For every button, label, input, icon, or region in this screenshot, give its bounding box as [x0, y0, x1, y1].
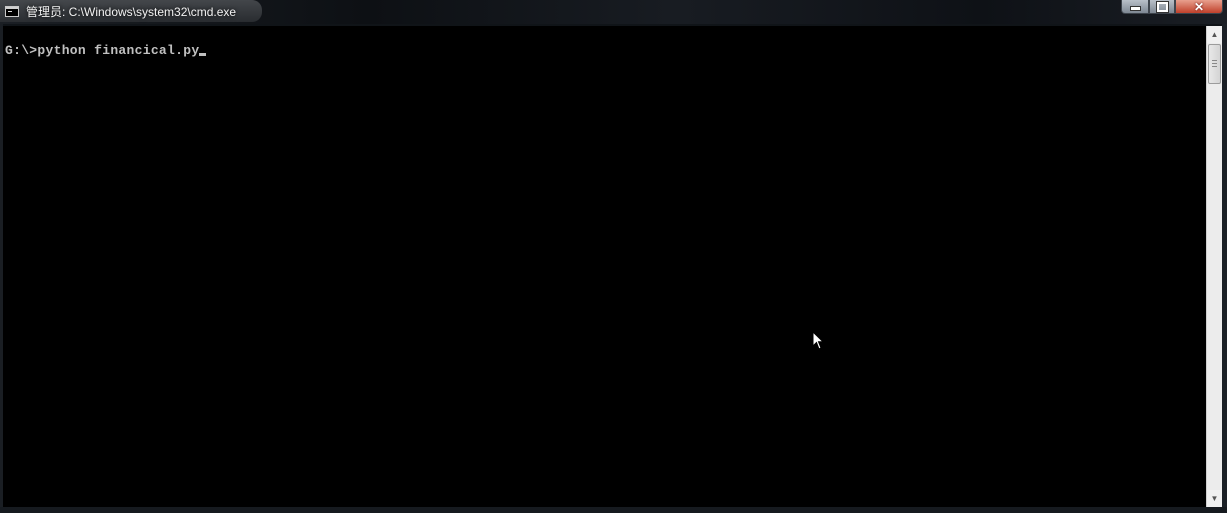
- close-icon: ✕: [1193, 0, 1205, 14]
- maximize-icon: [1155, 0, 1169, 13]
- scroll-down-button[interactable]: ▼: [1207, 490, 1222, 507]
- thumb-grip-line: [1212, 63, 1217, 64]
- cmd-icon[interactable]: [5, 6, 19, 17]
- scroll-up-button[interactable]: ▲: [1207, 26, 1222, 43]
- title-bar[interactable]: 管理员: C:\Windows\system32\cmd.exe ✕: [0, 0, 1227, 24]
- arrow-cursor-icon: [812, 331, 825, 350]
- minimize-icon: [1129, 6, 1141, 11]
- command-line: G:\>python financical.py: [5, 43, 207, 58]
- console-output[interactable]: G:\>python financical.py: [3, 26, 1206, 507]
- window-frame-bottom: [0, 507, 1227, 513]
- arrow-down-icon: ▼: [1210, 494, 1219, 503]
- thumb-grip-line: [1212, 60, 1217, 61]
- close-button[interactable]: ✕: [1175, 0, 1223, 14]
- minimize-button[interactable]: [1121, 0, 1149, 14]
- window-title: 管理员: C:\Windows\system32\cmd.exe: [26, 5, 237, 19]
- prompt: G:\>: [5, 43, 38, 58]
- scroll-thumb[interactable]: [1208, 44, 1221, 84]
- window-frame-right: [1222, 24, 1227, 513]
- vertical-scrollbar[interactable]: ▲ ▼: [1206, 26, 1222, 507]
- typed-command: python financical.py: [37, 43, 200, 58]
- maximize-button[interactable]: [1149, 0, 1175, 14]
- text-cursor: [199, 53, 207, 56]
- thumb-grip-line: [1212, 66, 1217, 67]
- cmd-window: 管理员: C:\Windows\system32\cmd.exe ✕ G:\>p…: [0, 0, 1227, 513]
- arrow-up-icon: ▲: [1210, 30, 1219, 39]
